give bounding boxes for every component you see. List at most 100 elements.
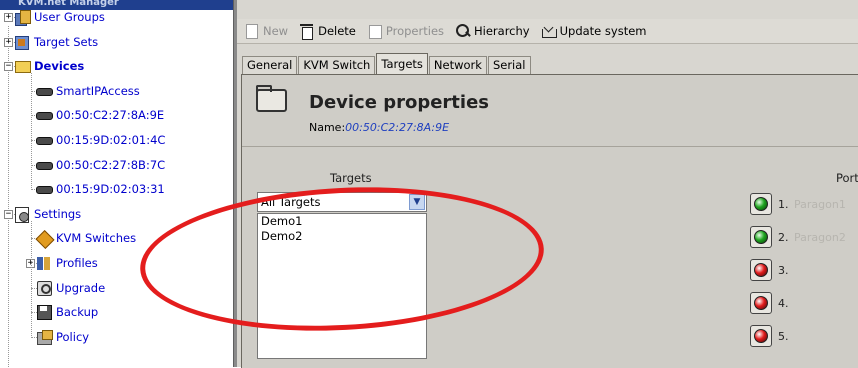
- tree-item-dev4[interactable]: 00:15:9D:02:03:31: [36, 178, 165, 200]
- collapse-toggle-icon[interactable]: −: [4, 209, 13, 219]
- tree-item-label: 00:15:9D:02:01:4C: [56, 133, 166, 147]
- update-system-button[interactable]: Update system: [541, 23, 647, 39]
- port-status-button[interactable]: [750, 292, 772, 314]
- ports-label: Ports: [836, 171, 858, 185]
- hierarchy-label: Hierarchy: [474, 24, 530, 38]
- tree-item-label: 00:50:C2:27:8A:9E: [56, 108, 165, 123]
- tree-item-dev2[interactable]: 00:15:9D:02:01:4C: [36, 129, 165, 151]
- expand-toggle-icon[interactable]: +: [4, 13, 13, 22]
- update-icon: [541, 23, 557, 39]
- tab-serial[interactable]: Serial: [487, 56, 531, 74]
- tree-item-profiles[interactable]: Profiles: [36, 252, 98, 274]
- red-status-led-icon: [754, 296, 768, 310]
- tree-item-settings[interactable]: Settings: [14, 203, 81, 225]
- tree-item-kvm-switches[interactable]: KVM Switches: [36, 227, 136, 249]
- port-number: 5.: [778, 329, 789, 343]
- switch-device-icon: [36, 107, 53, 123]
- list-item[interactable]: Demo1: [258, 214, 426, 229]
- tree-item-target-sets[interactable]: Target Sets: [14, 31, 98, 53]
- port-name: Paragon1: [794, 197, 846, 211]
- tree-item-label: Upgrade: [56, 280, 106, 295]
- tab-kvm-switch[interactable]: KVM Switch: [298, 56, 376, 74]
- tab-targets[interactable]: Targets: [376, 53, 428, 74]
- port-name: Paragon2: [794, 230, 846, 244]
- chevron-down-icon[interactable]: ▼: [409, 194, 425, 210]
- delete-label: Delete: [318, 24, 356, 38]
- delete-button[interactable]: Delete: [299, 23, 356, 40]
- switch-device-icon: [36, 181, 53, 197]
- magnifier-icon: [455, 23, 471, 39]
- folder-icon: [256, 85, 287, 112]
- target-sets-icon: [14, 34, 31, 50]
- tree-item-dev3[interactable]: 00:50:C2:27:8B:7C: [36, 154, 165, 176]
- red-status-led-icon: [754, 263, 768, 277]
- policy-icon: [36, 329, 53, 345]
- tab-general[interactable]: General: [242, 56, 298, 74]
- tree-item-upgrade[interactable]: Upgrade: [36, 277, 105, 299]
- port-status-button[interactable]: [750, 193, 772, 215]
- port-number: 2.: [778, 230, 789, 244]
- collapse-toggle-icon[interactable]: −: [4, 62, 13, 72]
- port-number: 4.: [778, 296, 789, 310]
- expand-toggle-icon[interactable]: +: [4, 37, 13, 47]
- targets-filter-select[interactable]: All Targets ▼: [257, 192, 427, 212]
- properties-icon: [367, 23, 383, 39]
- tree-item-label: Policy: [56, 329, 90, 344]
- port-row[interactable]: 5.: [750, 325, 794, 347]
- tree-item-devices[interactable]: Devices: [14, 55, 84, 77]
- user-group-icon: [14, 10, 31, 26]
- toolbar: New Delete Properties Hierarchy Update s…: [237, 19, 858, 44]
- tree-item-smartipaccess[interactable]: SmartIPAccess: [36, 80, 140, 102]
- tree-item-label: Settings: [34, 206, 82, 221]
- targets-label: Targets: [330, 171, 372, 185]
- port-status-button[interactable]: [750, 325, 772, 347]
- kvm-switch-icon: [36, 230, 53, 246]
- targets-list[interactable]: Demo1 Demo2: [257, 213, 427, 359]
- tree-item-label: Devices: [34, 59, 85, 74]
- tab-network[interactable]: Network: [428, 56, 487, 74]
- tree-item-backup[interactable]: Backup: [36, 301, 98, 323]
- tree-item-policy[interactable]: Policy: [36, 326, 89, 348]
- upgrade-icon: [36, 280, 53, 296]
- list-item[interactable]: Demo2: [258, 229, 426, 244]
- port-status-button[interactable]: [750, 259, 772, 281]
- new-button[interactable]: New: [244, 23, 288, 39]
- port-row[interactable]: 4.: [750, 292, 794, 314]
- profiles-icon: [36, 255, 53, 271]
- tree-item-label: 00:50:C2:27:8B:7C: [56, 157, 166, 172]
- green-status-led-icon: [754, 197, 768, 211]
- port-number: 3.: [778, 263, 789, 277]
- window-title: KVM.net Manager: [0, 0, 233, 10]
- tree-item-user-groups[interactable]: User Groups: [14, 10, 105, 28]
- tab-strip: General KVM Switch Targets Network Seria…: [242, 53, 532, 74]
- tree-item-label: SmartIPAccess: [56, 83, 140, 98]
- tree-guide-line: [31, 73, 32, 191]
- tree-item-label: KVM Switches: [56, 231, 137, 246]
- backup-icon: [36, 304, 53, 321]
- properties-button[interactable]: Properties: [367, 23, 444, 39]
- tree-item-label: Target Sets: [34, 34, 99, 49]
- hierarchy-button[interactable]: Hierarchy: [455, 23, 530, 39]
- green-status-led-icon: [754, 230, 768, 244]
- device-name-label: Name:: [309, 121, 346, 134]
- port-row[interactable]: 3.: [750, 259, 794, 281]
- tree-guide-line: [31, 220, 32, 338]
- main-panel: New Delete Properties Hierarchy Update s…: [237, 0, 858, 368]
- port-row[interactable]: 1. Paragon1: [750, 193, 846, 215]
- new-icon: [244, 23, 260, 39]
- trash-icon: [299, 23, 315, 40]
- red-status-led-icon: [754, 329, 768, 343]
- settings-icon: [14, 206, 31, 223]
- tree-item-label: Backup: [56, 305, 99, 320]
- switch-device-icon: [36, 83, 53, 99]
- tree-item-dev1[interactable]: 00:50:C2:27:8A:9E: [36, 104, 164, 126]
- tree-guide-line: [8, 26, 9, 367]
- port-status-button[interactable]: [750, 226, 772, 248]
- navigation-tree: + User Groups + Target Sets − Devices SmartIPA…: [0, 10, 233, 367]
- new-label: New: [263, 24, 289, 38]
- switch-device-icon: [36, 132, 53, 148]
- port-row[interactable]: 2. Paragon2: [750, 226, 846, 248]
- tree-item-label: User Groups: [34, 10, 105, 24]
- switch-device-icon: [36, 157, 53, 173]
- update-system-label: Update system: [559, 24, 647, 38]
